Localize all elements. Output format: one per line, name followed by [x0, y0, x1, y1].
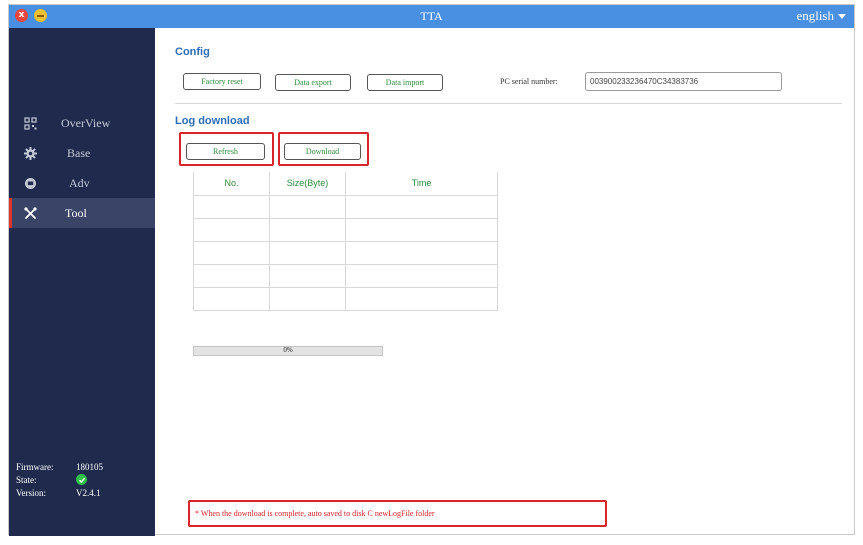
- device-info: Firmware: 180105 State: Version: V2.4.1: [16, 460, 103, 499]
- sidebar: OverView Base Adv Tool Firmware: 180105 …: [9, 28, 155, 536]
- table-cell: [269, 240, 346, 265]
- version-value: V2.4.1: [76, 487, 101, 498]
- main-panel: Config Factory reset Data export Data im…: [155, 28, 856, 536]
- sidebar-nav: OverView Base Adv Tool: [9, 108, 155, 228]
- progress-label: 0%: [283, 346, 293, 354]
- serial-number-label: PC serial number:: [500, 77, 558, 86]
- caret-down-icon: [838, 13, 846, 19]
- check-circle-icon: [76, 474, 87, 485]
- table-row[interactable]: [193, 217, 498, 242]
- table-row[interactable]: [193, 263, 498, 288]
- table-row[interactable]: [193, 286, 498, 311]
- table-cell: [345, 194, 498, 219]
- download-button[interactable]: Download: [284, 143, 361, 160]
- column-header-time: Time: [345, 172, 498, 195]
- version-label: Version:: [16, 487, 46, 498]
- firmware-value: 180105: [76, 461, 103, 472]
- table-cell: [193, 263, 270, 288]
- column-header-size: Size(Byte): [269, 172, 346, 195]
- sidebar-item-adv[interactable]: Adv: [9, 168, 155, 198]
- table-cell: [269, 217, 346, 242]
- sidebar-item-tool[interactable]: Tool: [9, 198, 155, 228]
- download-progress-bar: 0%: [193, 346, 383, 356]
- state-row: State:: [16, 473, 103, 486]
- table-cell: [193, 194, 270, 219]
- table-row[interactable]: [193, 194, 498, 219]
- config-title: Config: [175, 46, 210, 58]
- table-cell: [345, 286, 498, 311]
- refresh-button[interactable]: Refresh: [186, 143, 265, 160]
- download-note: * When the download is complete, auto sa…: [195, 509, 435, 518]
- table-cell: [269, 194, 346, 219]
- table-cell: [269, 263, 346, 288]
- sidebar-item-label: Adv: [69, 176, 90, 190]
- sidebar-item-overview[interactable]: OverView: [9, 108, 155, 138]
- table-cell: [269, 286, 346, 311]
- sidebar-item-label: Tool: [65, 206, 87, 220]
- sidebar-item-base[interactable]: Base: [9, 138, 155, 168]
- sidebar-item-label: Base: [67, 146, 91, 160]
- table-header-row: No. Size(Byte) Time: [193, 172, 498, 195]
- data-export-button[interactable]: Data export: [275, 74, 351, 91]
- section-divider: [175, 103, 842, 104]
- table-cell: [193, 286, 270, 311]
- title-bar: x TTA english: [9, 5, 854, 28]
- column-header-no: No.: [193, 172, 270, 195]
- app-window: x TTA english OverView Base Adv Tool Fir…: [8, 4, 856, 536]
- table-cell: [345, 217, 498, 242]
- table-cell: [193, 240, 270, 265]
- firmware-label: Firmware:: [16, 461, 54, 472]
- chip-icon: [23, 176, 37, 190]
- table-cell: [345, 263, 498, 288]
- window-title: TTA: [420, 9, 443, 23]
- qr-grid-icon: [23, 116, 37, 130]
- log-download-title: Log download: [175, 115, 250, 127]
- tools-icon: [23, 206, 37, 220]
- version-row: Version: V2.4.1: [16, 486, 103, 499]
- data-import-button[interactable]: Data import: [367, 74, 443, 91]
- gear-icon: [23, 146, 37, 160]
- language-select[interactable]: english: [796, 8, 846, 24]
- log-table: No. Size(Byte) Time: [193, 172, 498, 311]
- factory-reset-button[interactable]: Factory reset: [183, 73, 261, 90]
- table-cell: [193, 217, 270, 242]
- table-cell: [345, 240, 498, 265]
- sidebar-item-label: OverView: [61, 116, 111, 130]
- language-label: english: [796, 8, 834, 23]
- serial-number-field[interactable]: 003900233236470C34383736: [585, 72, 782, 91]
- table-row[interactable]: [193, 240, 498, 265]
- firmware-row: Firmware: 180105: [16, 460, 103, 473]
- state-label: State:: [16, 474, 37, 485]
